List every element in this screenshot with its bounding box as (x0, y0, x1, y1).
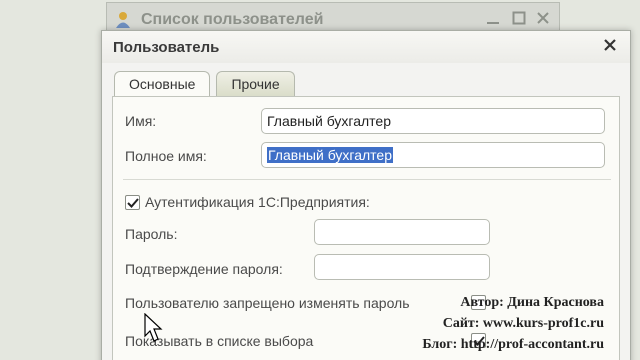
password-label: Пароль: (125, 226, 178, 242)
separator (123, 179, 611, 180)
confirm-password-input[interactable] (314, 254, 490, 280)
fullname-selected-text: Главный бухгалтер (267, 147, 393, 163)
watermark-blog: Блог: http://prof-accontant.ru (422, 337, 604, 352)
user-icon (115, 11, 131, 29)
mouse-cursor-icon (144, 312, 164, 348)
close-icon[interactable] (602, 38, 618, 54)
auth-label: Аутентификация 1С:Предприятия: (145, 194, 370, 210)
tab-other[interactable]: Прочие (216, 71, 295, 97)
no-change-password-label: Пользователю запрещено изменять пароль (125, 295, 410, 311)
minimize-icon[interactable] (485, 11, 501, 27)
auth-checkbox[interactable] (125, 195, 140, 210)
watermark-site: Сайт: www.kurs-prof1c.ru (442, 316, 604, 331)
confirm-password-label: Подтверждение пароля: (125, 261, 283, 277)
close-background-icon[interactable] (535, 11, 551, 27)
background-window-title: Список пользователей (141, 11, 324, 28)
name-input[interactable]: Главный бухгалтер (261, 108, 605, 134)
fullname-input[interactable]: Главный бухгалтер (261, 142, 605, 168)
password-input[interactable] (314, 219, 490, 245)
tab-bar: Основные Прочие (114, 71, 301, 97)
fullname-label: Полное имя: (125, 148, 207, 164)
dialog-titlebar: Пользователь (102, 31, 630, 63)
author-watermark: Автор: Дина Краснова Сайт: www.kurs-prof… (422, 292, 604, 355)
tab-main[interactable]: Основные (114, 71, 211, 97)
name-label: Имя: (125, 113, 157, 129)
maximize-icon[interactable] (511, 11, 527, 27)
watermark-author: Автор: Дина Краснова (460, 295, 604, 310)
dialog-title: Пользователь (113, 39, 220, 56)
